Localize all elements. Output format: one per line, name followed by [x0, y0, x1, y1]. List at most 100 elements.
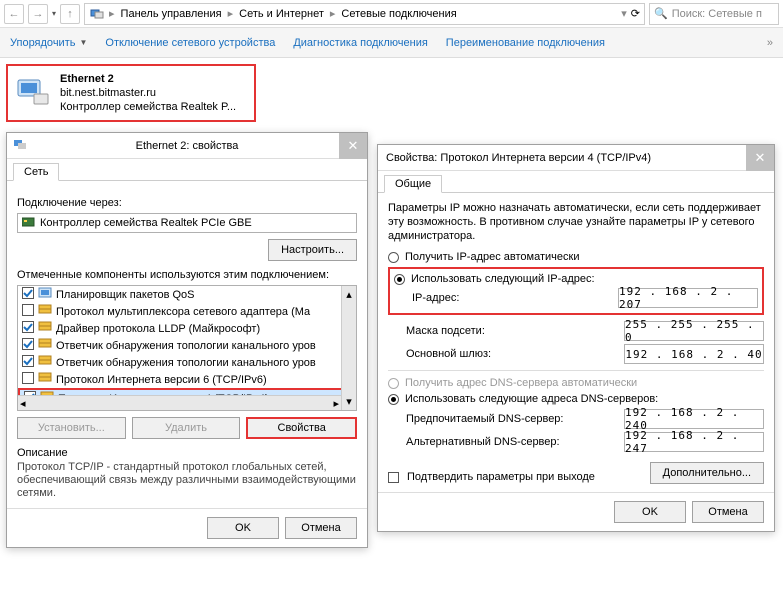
checkbox-icon[interactable] — [22, 372, 34, 387]
search-placeholder: Поиск: Сетевые п — [672, 8, 762, 20]
dns-manual-radio[interactable]: Использовать следующие адреса DNS-сервер… — [388, 393, 764, 405]
description-title: Описание — [17, 447, 357, 459]
gateway-label: Основной шлюз: — [406, 348, 491, 360]
cancel-button[interactable]: Отмена — [692, 501, 764, 523]
dns-auto-label: Получить адрес DNS-сервера автоматически — [405, 377, 637, 389]
checkbox-icon[interactable] — [22, 355, 34, 370]
ethernet-properties-dialog: Ethernet 2: свойства ✕ Сеть Подключение … — [6, 132, 368, 548]
scrollbar-horizontal[interactable]: ◂▸ — [18, 395, 341, 410]
breadcrumb[interactable]: ▸ Панель управления ▸ Сеть и Интернет ▸ … — [84, 3, 645, 25]
configure-button[interactable]: Настроить... — [268, 239, 357, 261]
scrollbar-vertical[interactable]: ▴▾ — [341, 286, 356, 410]
refresh-icon[interactable]: ⟳ — [631, 7, 640, 20]
scroll-down-icon[interactable]: ▾ — [346, 395, 352, 408]
ip-auto-radio[interactable]: Получить IP-адрес автоматически — [388, 251, 764, 263]
explorer-header: ← → ▾ ↑ ▸ Панель управления ▸ Сеть и Инт… — [0, 0, 783, 28]
gateway-input[interactable]: 192 . 168 . 2 . 40 — [624, 344, 764, 364]
dns-auto-radio: Получить адрес DNS-сервера автоматически — [388, 377, 764, 389]
confirm-on-exit-checkbox[interactable]: Подтвердить параметры при выходе — [388, 471, 595, 483]
nav-history-dropdown[interactable]: ▾ — [52, 9, 56, 18]
crumb-net-internet[interactable]: Сеть и Интернет — [237, 8, 326, 20]
tab-network[interactable]: Сеть — [13, 163, 59, 181]
component-row[interactable]: Протокол мультиплексора сетевого адаптер… — [18, 303, 356, 320]
protocol-icon — [38, 338, 52, 353]
search-input[interactable]: 🔍 Поиск: Сетевые п — [649, 3, 779, 25]
connection-domain: bit.nest.bitmaster.ru — [60, 86, 236, 100]
cancel-button[interactable]: Отмена — [285, 517, 357, 539]
ip-auto-label: Получить IP-адрес автоматически — [405, 251, 579, 263]
checkbox-icon[interactable] — [22, 338, 34, 353]
crumb-net-connections[interactable]: Сетевые подключения — [339, 8, 458, 20]
toolbar-organize[interactable]: Упорядочить ▼ — [10, 37, 87, 49]
ok-button[interactable]: OK — [207, 517, 279, 539]
nav-forward-button[interactable]: → — [28, 4, 48, 24]
component-label: Планировщик пакетов QoS — [56, 289, 195, 301]
component-row[interactable]: Драйвер протокола LLDP (Майкрософт) — [18, 320, 356, 337]
scroll-left-icon[interactable]: ◂ — [20, 397, 26, 410]
scroll-right-icon[interactable]: ▸ — [333, 397, 339, 410]
ok-button[interactable]: OK — [614, 501, 686, 523]
adapter-name: Контроллер семейства Realtek PCIe GBE — [40, 217, 252, 229]
dns2-input[interactable]: 192 . 168 . 2 . 247 — [624, 432, 764, 452]
chevron-right-icon: ▸ — [228, 7, 234, 20]
toolbar-diagnose[interactable]: Диагностика подключения — [293, 37, 427, 49]
ethernet-icon — [16, 78, 52, 108]
component-label: Ответчик обнаружения топологии канальног… — [56, 357, 316, 369]
description-box: Описание Протокол TCP/IP - стандартный п… — [17, 447, 357, 500]
nav-up-button[interactable]: ↑ — [60, 4, 80, 24]
network-icon — [13, 137, 27, 154]
radio-icon — [388, 394, 399, 405]
properties-button[interactable]: Свойства — [246, 417, 357, 439]
checkbox-icon — [388, 472, 399, 483]
checkbox-icon[interactable] — [22, 321, 34, 336]
ip-address-input[interactable]: 192 . 168 . 2 . 207 — [618, 288, 758, 308]
component-row[interactable]: Планировщик пакетов QoS — [18, 286, 356, 303]
advanced-button[interactable]: Дополнительно... — [650, 462, 764, 484]
chevron-right-icon[interactable]: » — [767, 37, 773, 49]
ip-manual-label: Использовать следующий IP-адрес: — [411, 273, 595, 285]
dns2-label: Альтернативный DNS-сервер: — [406, 436, 560, 448]
toolbar-rename[interactable]: Переименование подключения — [446, 37, 605, 49]
dialog-title: Ethernet 2: свойства — [136, 140, 239, 152]
dialog-title-bar: Ethernet 2: свойства ✕ — [7, 133, 367, 159]
connect-via-label: Подключение через: — [17, 197, 357, 209]
subnet-mask-input[interactable]: 255 . 255 . 255 . 0 — [624, 321, 764, 341]
remove-button[interactable]: Удалить — [132, 417, 241, 439]
component-label: Драйвер протокола LLDP (Майкрософт) — [56, 323, 260, 335]
connection-item[interactable]: Ethernet 2 bit.nest.bitmaster.ru Контрол… — [6, 64, 256, 122]
component-row[interactable]: Ответчик обнаружения топологии канальног… — [18, 354, 356, 371]
toolbar-disable[interactable]: Отключение сетевого устройства — [105, 37, 275, 49]
checkbox-icon[interactable] — [22, 304, 34, 319]
chevron-down-icon[interactable]: ▾ — [621, 7, 627, 20]
component-label: Ответчик обнаружения топологии канальног… — [56, 340, 316, 352]
component-label: Протокол мультиплексора сетевого адаптер… — [56, 306, 310, 318]
description-text: Протокол TCP/IP - стандартный протокол г… — [17, 461, 357, 500]
dialog-title-bar: Свойства: Протокол Интернета версии 4 (T… — [378, 145, 774, 171]
protocol-icon — [38, 304, 52, 319]
install-button[interactable]: Установить... — [17, 417, 126, 439]
tab-general[interactable]: Общие — [384, 175, 442, 193]
protocol-icon — [38, 321, 52, 336]
search-icon: 🔍 — [654, 7, 668, 20]
close-button[interactable]: ✕ — [746, 145, 774, 171]
nav-back-button[interactable]: ← — [4, 4, 24, 24]
close-button[interactable]: ✕ — [339, 133, 367, 159]
crumb-control-panel[interactable]: Панель управления — [119, 8, 224, 20]
protocol-icon — [38, 372, 52, 387]
connection-name: Ethernet 2 — [60, 72, 236, 86]
components-list[interactable]: Планировщик пакетов QoS Протокол мультипл… — [17, 285, 357, 411]
dns1-input[interactable]: 192 . 168 . 2 . 240 — [624, 409, 764, 429]
tab-row: Общие — [378, 171, 774, 193]
ip-manual-radio[interactable]: Использовать следующий IP-адрес: — [394, 273, 758, 285]
component-row[interactable]: Протокол Интернета версии 6 (TCP/IPv6) — [18, 371, 356, 388]
scroll-up-icon[interactable]: ▴ — [346, 288, 352, 301]
dns-manual-label: Использовать следующие адреса DNS-сервер… — [405, 393, 658, 405]
radio-icon — [394, 274, 405, 285]
checkbox-icon[interactable] — [22, 287, 34, 302]
connection-labels: Ethernet 2 bit.nest.bitmaster.ru Контрол… — [60, 72, 236, 114]
component-row[interactable]: Ответчик обнаружения топологии канальног… — [18, 337, 356, 354]
confirm-on-exit-label: Подтвердить параметры при выходе — [407, 471, 595, 483]
explorer-toolbar: Упорядочить ▼ Отключение сетевого устрой… — [0, 28, 783, 58]
dns1-label: Предпочитаемый DNS-сервер: — [406, 413, 563, 425]
component-label: Протокол Интернета версии 6 (TCP/IPv6) — [56, 374, 267, 386]
